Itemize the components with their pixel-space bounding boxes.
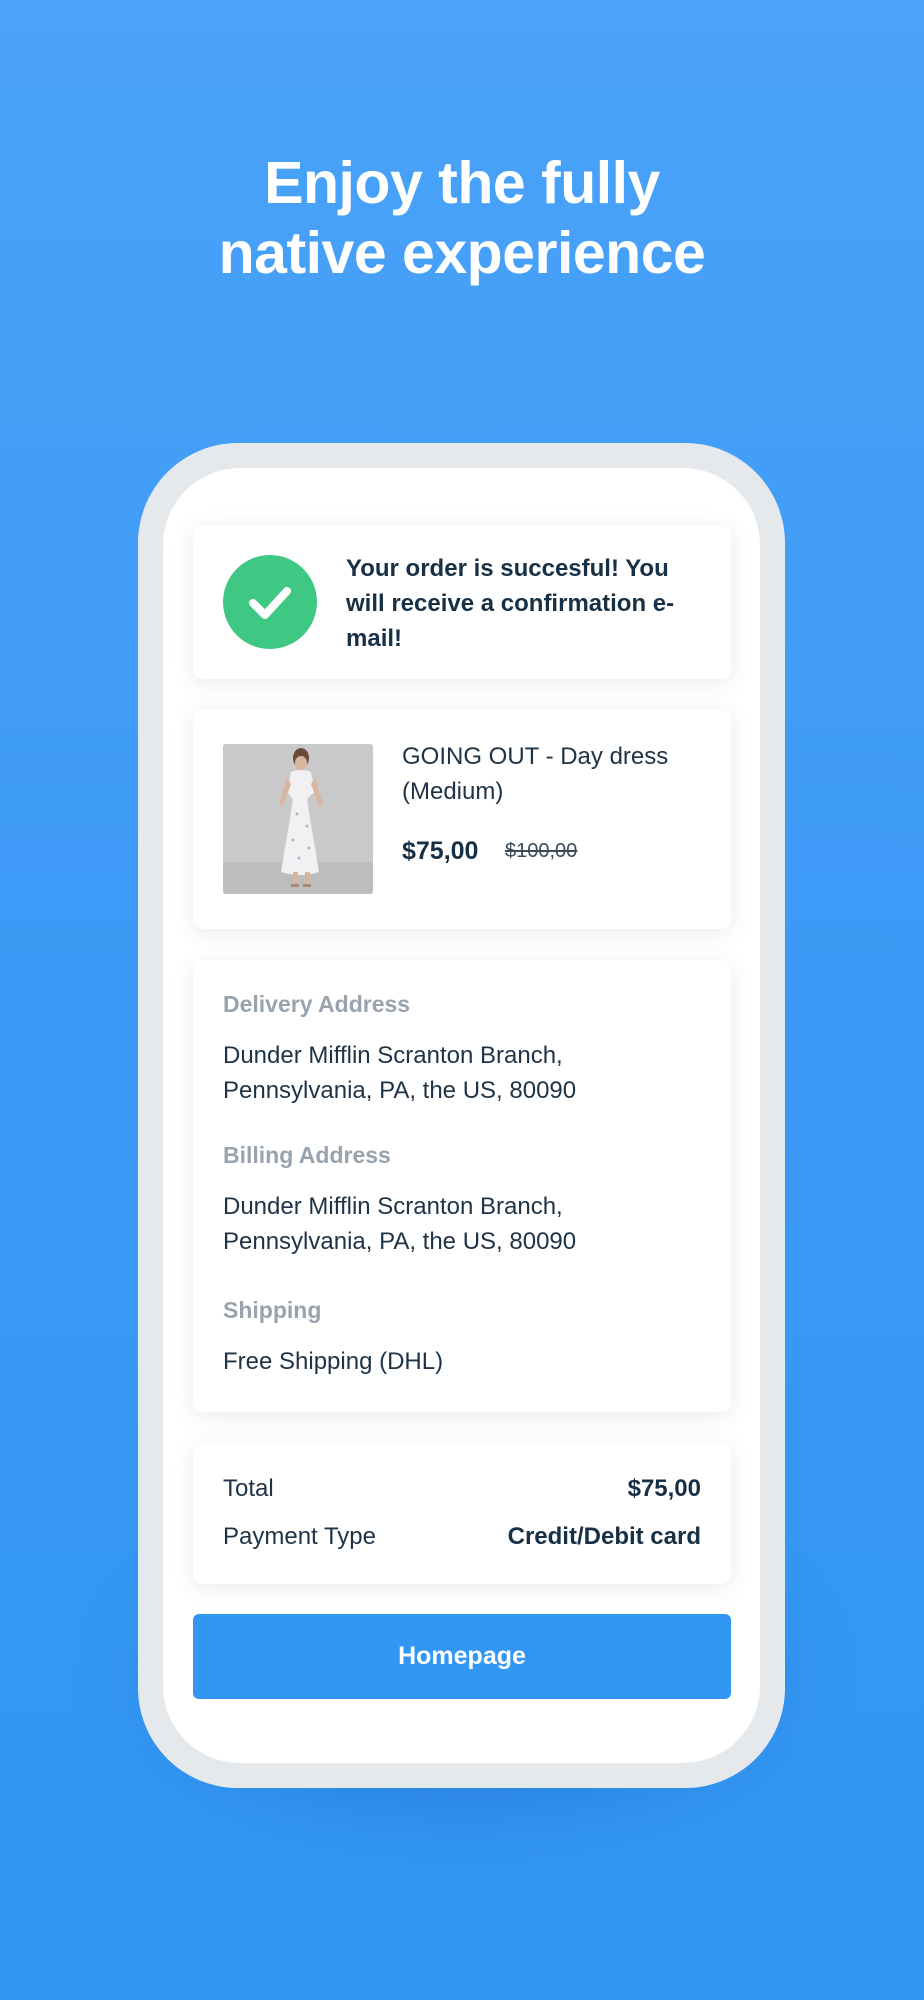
billing-address-value: Dunder Mifflin Scranton Branch, Pennsylv… bbox=[223, 1193, 577, 1255]
delivery-address-label: Delivery Address bbox=[223, 991, 411, 1017]
order-details-card: Delivery Address Dunder Mifflin Scranton… bbox=[193, 960, 731, 1412]
total-value: $75,00 bbox=[627, 1475, 701, 1502]
shipping-value: Free Shipping (DHL) bbox=[223, 1348, 444, 1375]
headline-line-2: native experience bbox=[218, 220, 706, 286]
product-card: GOING OUT - Day dress (Medium) $75,00 $1… bbox=[193, 709, 731, 929]
order-success-card: Your order is succesful! You will receiv… bbox=[193, 525, 731, 679]
marketing-headline: Enjoy the fully native experience bbox=[0, 148, 924, 288]
order-success-message: Your order is succesful! You will receiv… bbox=[346, 555, 675, 652]
shipping-label: Shipping bbox=[223, 1297, 322, 1323]
homepage-button[interactable]: Homepage bbox=[193, 1614, 731, 1699]
product-price: $75,00 bbox=[402, 837, 479, 865]
dress-product-image bbox=[223, 744, 373, 894]
checkmark-icon bbox=[223, 555, 317, 649]
total-label: Total bbox=[223, 1475, 274, 1502]
product-name: GOING OUT - Day dress (Medium) bbox=[402, 743, 669, 805]
product-original-price: $100,00 bbox=[505, 840, 578, 862]
payment-summary-card: Total $75,00 Payment Type Credit/Debit c… bbox=[193, 1443, 731, 1584]
headline-line-1: Enjoy the fully bbox=[264, 150, 660, 216]
billing-address-label: Billing Address bbox=[223, 1142, 391, 1168]
delivery-address-value: Dunder Mifflin Scranton Branch, Pennsylv… bbox=[223, 1042, 577, 1104]
payment-type-value: Credit/Debit card bbox=[507, 1523, 701, 1550]
payment-type-label: Payment Type bbox=[223, 1523, 376, 1550]
